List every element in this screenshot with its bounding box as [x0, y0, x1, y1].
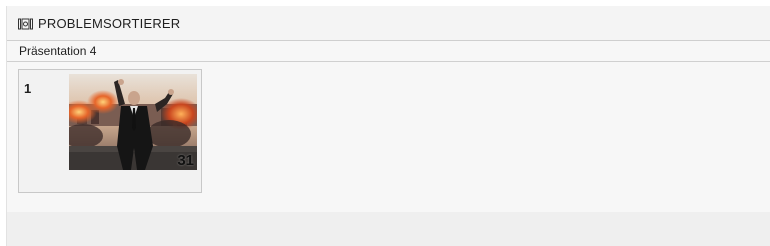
presentation-bar: Präsentation 4 — [7, 41, 770, 62]
footer-strip — [7, 212, 770, 246]
problem-sorter-panel: PROBLEMSORTIERER Präsentation 4 1 31 — [6, 6, 770, 246]
slide-number: 1 — [24, 81, 32, 96]
slide-card[interactable]: 1 31 — [18, 69, 202, 193]
panel-header: PROBLEMSORTIERER — [7, 6, 770, 41]
presentation-title: Präsentation 4 — [19, 44, 97, 58]
slide-sorter-icon — [18, 17, 33, 30]
slides-area: 1 31 — [7, 62, 770, 212]
slide-badge: 31 — [177, 152, 194, 169]
slide-thumbnail[interactable]: 31 — [69, 74, 197, 170]
panel-title: PROBLEMSORTIERER — [38, 16, 181, 31]
